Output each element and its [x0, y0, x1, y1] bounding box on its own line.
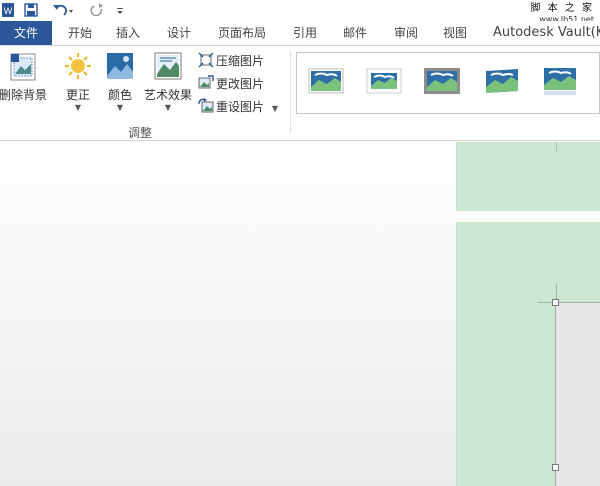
- artistic-effects-label: 艺术效果: [143, 88, 192, 102]
- picture-style-4[interactable]: [483, 65, 521, 97]
- change-picture-icon: [198, 75, 214, 89]
- undo-icon[interactable]: [52, 2, 74, 18]
- tab-autodesk-vault[interactable]: Autodesk Vault(K: [493, 21, 600, 45]
- ribbon-picture-format: 删除背景 更正 ▼ 颜色 ▼ 艺术效果 ▼ 压缩图片 更改图片 重设图片 ▼ 调…: [0, 45, 600, 141]
- ribbon-tabs: 文件 开始 插入 设计 页面布局 引用 邮件 审阅 视图 Autodesk Va…: [0, 21, 600, 45]
- picture-style-3[interactable]: [423, 65, 461, 97]
- tab-file[interactable]: 文件: [0, 21, 52, 45]
- chevron-down-icon: ▼: [116, 103, 124, 112]
- picture-color-icon: [106, 52, 134, 82]
- margin-marker: [556, 142, 557, 152]
- remove-background-label: 删除背景: [0, 88, 47, 102]
- save-icon[interactable]: [24, 2, 38, 18]
- customize-qat-icon[interactable]: [116, 2, 124, 18]
- picture-style-2[interactable]: [365, 65, 403, 97]
- word-icon: W: [2, 2, 14, 18]
- document-page: [456, 142, 600, 211]
- compress-pictures-button[interactable]: 压缩图片: [198, 52, 264, 70]
- compress-pictures-label: 压缩图片: [216, 54, 265, 68]
- corrections-button[interactable]: 更正 ▼: [60, 50, 96, 113]
- tab-review[interactable]: 审阅: [394, 21, 418, 45]
- remove-background-icon: [9, 52, 37, 82]
- tab-page-layout[interactable]: 页面布局: [218, 21, 266, 45]
- color-label: 颜色: [107, 88, 132, 102]
- tab-home[interactable]: 开始: [68, 21, 92, 45]
- corrections-label: 更正: [65, 88, 90, 102]
- tab-insert[interactable]: 插入: [116, 21, 140, 45]
- group-separator: [290, 50, 291, 134]
- resize-handle[interactable]: [552, 299, 559, 306]
- reset-picture-icon: [198, 98, 214, 113]
- compress-icon: [198, 52, 214, 68]
- redo-icon[interactable]: [90, 2, 104, 18]
- picture-style-5[interactable]: [541, 65, 579, 97]
- color-button[interactable]: 颜色 ▼: [102, 50, 138, 113]
- word-window: W 脚 本 之 家 www.Jb51.net 文件 开始 插入 设计 页面布局 …: [0, 0, 600, 486]
- sun-icon: [64, 52, 92, 82]
- selected-picture[interactable]: [555, 302, 600, 486]
- tab-view[interactable]: 视图: [443, 21, 467, 45]
- picture-styles-gallery: [296, 52, 600, 114]
- group-label-adjust: 调整: [128, 126, 153, 140]
- quick-access-toolbar: W 脚 本 之 家 www.Jb51.net: [0, 0, 600, 24]
- tab-references[interactable]: 引用: [293, 21, 317, 45]
- tab-mailings[interactable]: 邮件: [343, 21, 367, 45]
- reset-picture-label: 重设图片: [216, 100, 265, 114]
- artistic-effects-icon: [154, 52, 182, 82]
- resize-handle[interactable]: [552, 464, 559, 471]
- svg-text:W: W: [4, 6, 13, 16]
- chevron-down-icon: ▼: [164, 103, 172, 112]
- change-picture-label: 更改图片: [216, 77, 265, 91]
- chevron-down-icon: ▼: [74, 103, 82, 112]
- watermark-title: 脚 本 之 家: [530, 3, 594, 14]
- artistic-effects-button[interactable]: 艺术效果 ▼: [140, 50, 196, 113]
- reset-picture-button[interactable]: 重设图片 ▼: [198, 98, 278, 116]
- tab-design[interactable]: 设计: [167, 21, 191, 45]
- remove-background-button[interactable]: 删除背景: [0, 50, 48, 103]
- change-picture-button[interactable]: 更改图片: [198, 75, 264, 93]
- chevron-down-icon: ▼: [271, 104, 278, 113]
- picture-style-1[interactable]: [307, 65, 345, 97]
